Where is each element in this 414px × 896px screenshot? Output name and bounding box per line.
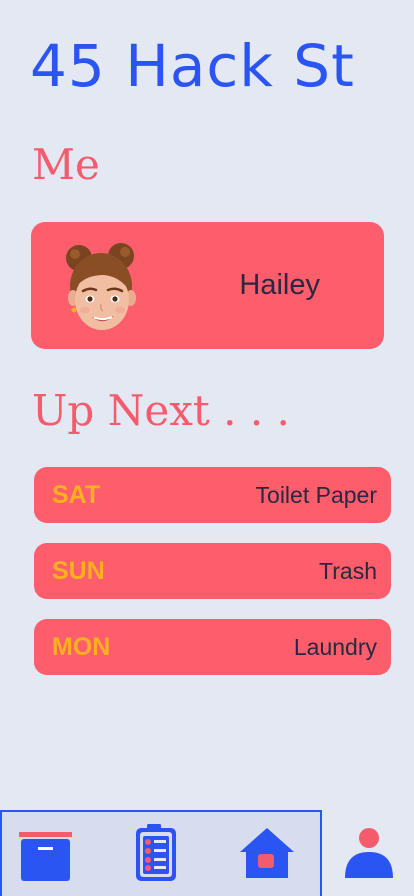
checklist-icon bbox=[136, 824, 176, 881]
tab-supplies[interactable] bbox=[0, 810, 92, 896]
chore-day: MON bbox=[52, 633, 111, 661]
bottom-tab-bar bbox=[0, 810, 414, 896]
chore-task: Laundry bbox=[293, 634, 377, 660]
chore-item[interactable]: SUN Trash bbox=[34, 543, 391, 599]
chore-task: Toilet Paper bbox=[255, 482, 377, 508]
me-section-title: Me bbox=[32, 140, 100, 189]
tab-chores[interactable] bbox=[115, 810, 205, 896]
chore-item[interactable]: MON Laundry bbox=[34, 619, 391, 675]
profile-card[interactable]: Hailey bbox=[31, 222, 384, 349]
profile-screen: 45 Hack St Me Hailey Up Next . . . SAT T… bbox=[0, 0, 414, 896]
chore-item[interactable]: SAT Toilet Paper bbox=[34, 467, 391, 523]
chore-list: SAT Toilet Paper SUN Trash MON Laundry bbox=[34, 467, 391, 695]
person-icon bbox=[345, 828, 393, 878]
box-icon bbox=[19, 832, 72, 881]
chore-day: SUN bbox=[52, 557, 105, 585]
profile-name: Hailey bbox=[239, 269, 320, 301]
chore-task: Trash bbox=[319, 558, 377, 584]
up-next-section-title: Up Next . . . bbox=[32, 386, 290, 435]
tab-profile[interactable] bbox=[330, 810, 414, 896]
memoji-avatar-icon bbox=[63, 242, 145, 332]
address-title: 45 Hack St bbox=[30, 32, 355, 100]
tab-home[interactable] bbox=[225, 810, 315, 896]
chore-day: SAT bbox=[52, 481, 101, 509]
home-icon bbox=[240, 828, 294, 878]
